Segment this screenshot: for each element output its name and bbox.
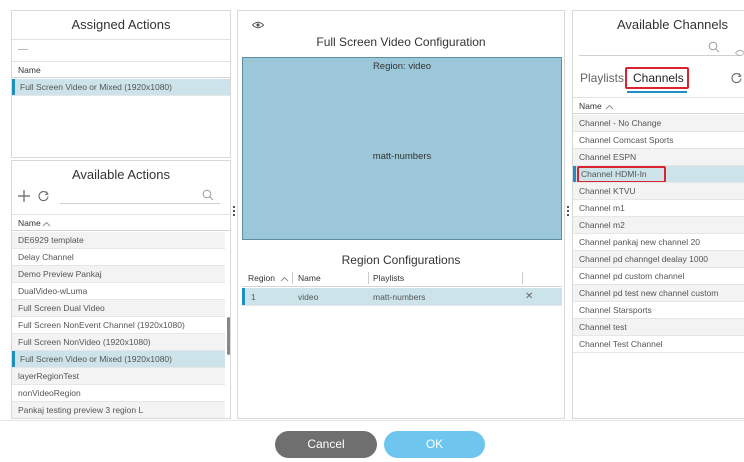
tab-playlists[interactable]: Playlists [580,71,624,85]
action-row[interactable]: Full Screen Dual Video [12,300,225,317]
region-table-header: Region Name Playlists [242,269,562,287]
actions-search-input[interactable] [60,203,220,204]
available-actions-panel: Available Actions Name DE6929 template D… [11,160,231,419]
action-row[interactable]: Demo Preview Pankaj [12,266,225,283]
video-config-title: Full Screen Video Configuration [316,35,486,49]
channel-row[interactable]: Channel m1 [573,200,744,217]
actions-scrollbar[interactable] [227,317,230,355]
refresh-channels-button[interactable] [730,72,743,85]
tab-channels[interactable]: Channels [625,67,689,89]
channel-row[interactable]: Channel pd test new channel custom [573,285,744,302]
region-column-header[interactable]: Region [248,269,275,287]
available-channels-panel: Available Channels Playlists Channels Na… [572,10,744,419]
available-actions-title: Available Actions [71,167,171,182]
column-divider [522,272,523,284]
search-icon[interactable] [202,188,214,206]
channels-name-header[interactable]: Name [573,97,744,114]
channel-row-selected[interactable]: Channel HDMI-In [573,166,744,183]
region-label: Region: video [372,61,432,72]
channel-row[interactable]: Channel - No Change [573,115,744,132]
search-icon[interactable] [708,40,720,58]
action-row[interactable]: DualVideo-wLuma [12,283,225,300]
name-header-label: Name [579,101,602,111]
remove-action-button[interactable]: — [18,44,28,55]
plus-icon [17,189,31,208]
action-row[interactable]: Pankaj testing preview 3 region L [12,402,225,418]
right-resize-handle[interactable] [567,206,569,220]
name-column-header[interactable]: Name [298,269,321,287]
channel-row[interactable]: Channel pankaj new channel 20 [573,234,744,251]
refresh-actions-button[interactable] [37,190,50,203]
ok-button[interactable]: OK [384,431,485,458]
refresh-icon [37,190,50,208]
region-configurations-title: Region Configurations [341,253,461,267]
footer-divider [0,420,744,421]
name-header-label: Name [18,218,41,228]
available-actions-list: DE6929 template Delay Channel Demo Previ… [12,232,225,418]
refresh-icon [730,72,743,90]
channel-row[interactable]: Channel m2 [573,217,744,234]
channel-row[interactable]: Channel KTVU [573,183,744,200]
assigned-action-row[interactable]: Full Screen Video or Mixed (1920x1080) [12,79,230,96]
available-channels-title: Available Channels [616,17,729,32]
action-row[interactable]: layerRegionTest [12,368,225,385]
channel-row[interactable]: Channel test [573,319,744,336]
playlists-column-header[interactable]: Playlists [373,269,404,287]
cancel-button[interactable]: Cancel [275,431,377,458]
action-row[interactable]: Delay Channel [12,249,225,266]
channel-row[interactable]: Channel ESPN [573,149,744,166]
region-row[interactable]: 1 video matt-numbers ✕ [242,288,562,306]
column-divider [292,272,293,284]
remove-region-icon[interactable]: ✕ [525,288,533,305]
channel-row[interactable]: Channel pd channgel dealay 1000 [573,251,744,268]
video-config-panel: Full Screen Video Configuration Region: … [237,10,565,419]
eye-icon[interactable] [251,16,265,34]
region-table: Region Name Playlists 1 video matt-numbe… [242,269,562,309]
region-number: 1 [251,292,256,302]
column-divider [368,272,369,284]
active-tab-underline [627,91,687,93]
region-playlist: matt-numbers [373,292,426,302]
channel-row[interactable]: Channel Comcast Sports [573,132,744,149]
region-name: video [298,292,319,302]
action-row-selected[interactable]: Full Screen Video or Mixed (1920x1080) [12,351,225,368]
assigned-actions-panel: Assigned Actions — Name Full Screen Vide… [11,10,231,158]
available-channels-list: Channel - No Change Channel Comcast Spor… [573,115,744,418]
action-row[interactable]: Full Screen NonVideo (1920x1080) [12,334,225,351]
preview-icon[interactable] [734,44,744,62]
action-row[interactable]: Full Screen NonEvent Channel (1920x1080) [12,317,225,334]
video-region-canvas[interactable]: Region: video matt-numbers [242,57,562,240]
tab-channels-label: Channels [633,71,684,85]
action-row[interactable]: nonVideoRegion [12,385,225,402]
divider [12,39,230,40]
channel-row[interactable]: Channel Test Channel [573,336,744,353]
assigned-actions-name-header[interactable]: Name [12,61,230,78]
channel-row[interactable]: Channel Starsports [573,302,744,319]
left-resize-handle[interactable] [233,206,235,220]
action-row[interactable]: DE6929 template [12,232,225,249]
channel-row[interactable]: Channel pd custom channel [573,268,744,285]
available-actions-name-header[interactable]: Name [12,214,230,231]
assigned-actions-title: Assigned Actions [71,17,171,32]
add-action-button[interactable] [17,189,31,203]
selection-highlight-box [577,166,666,182]
region-content-label: matt-numbers [372,151,432,162]
